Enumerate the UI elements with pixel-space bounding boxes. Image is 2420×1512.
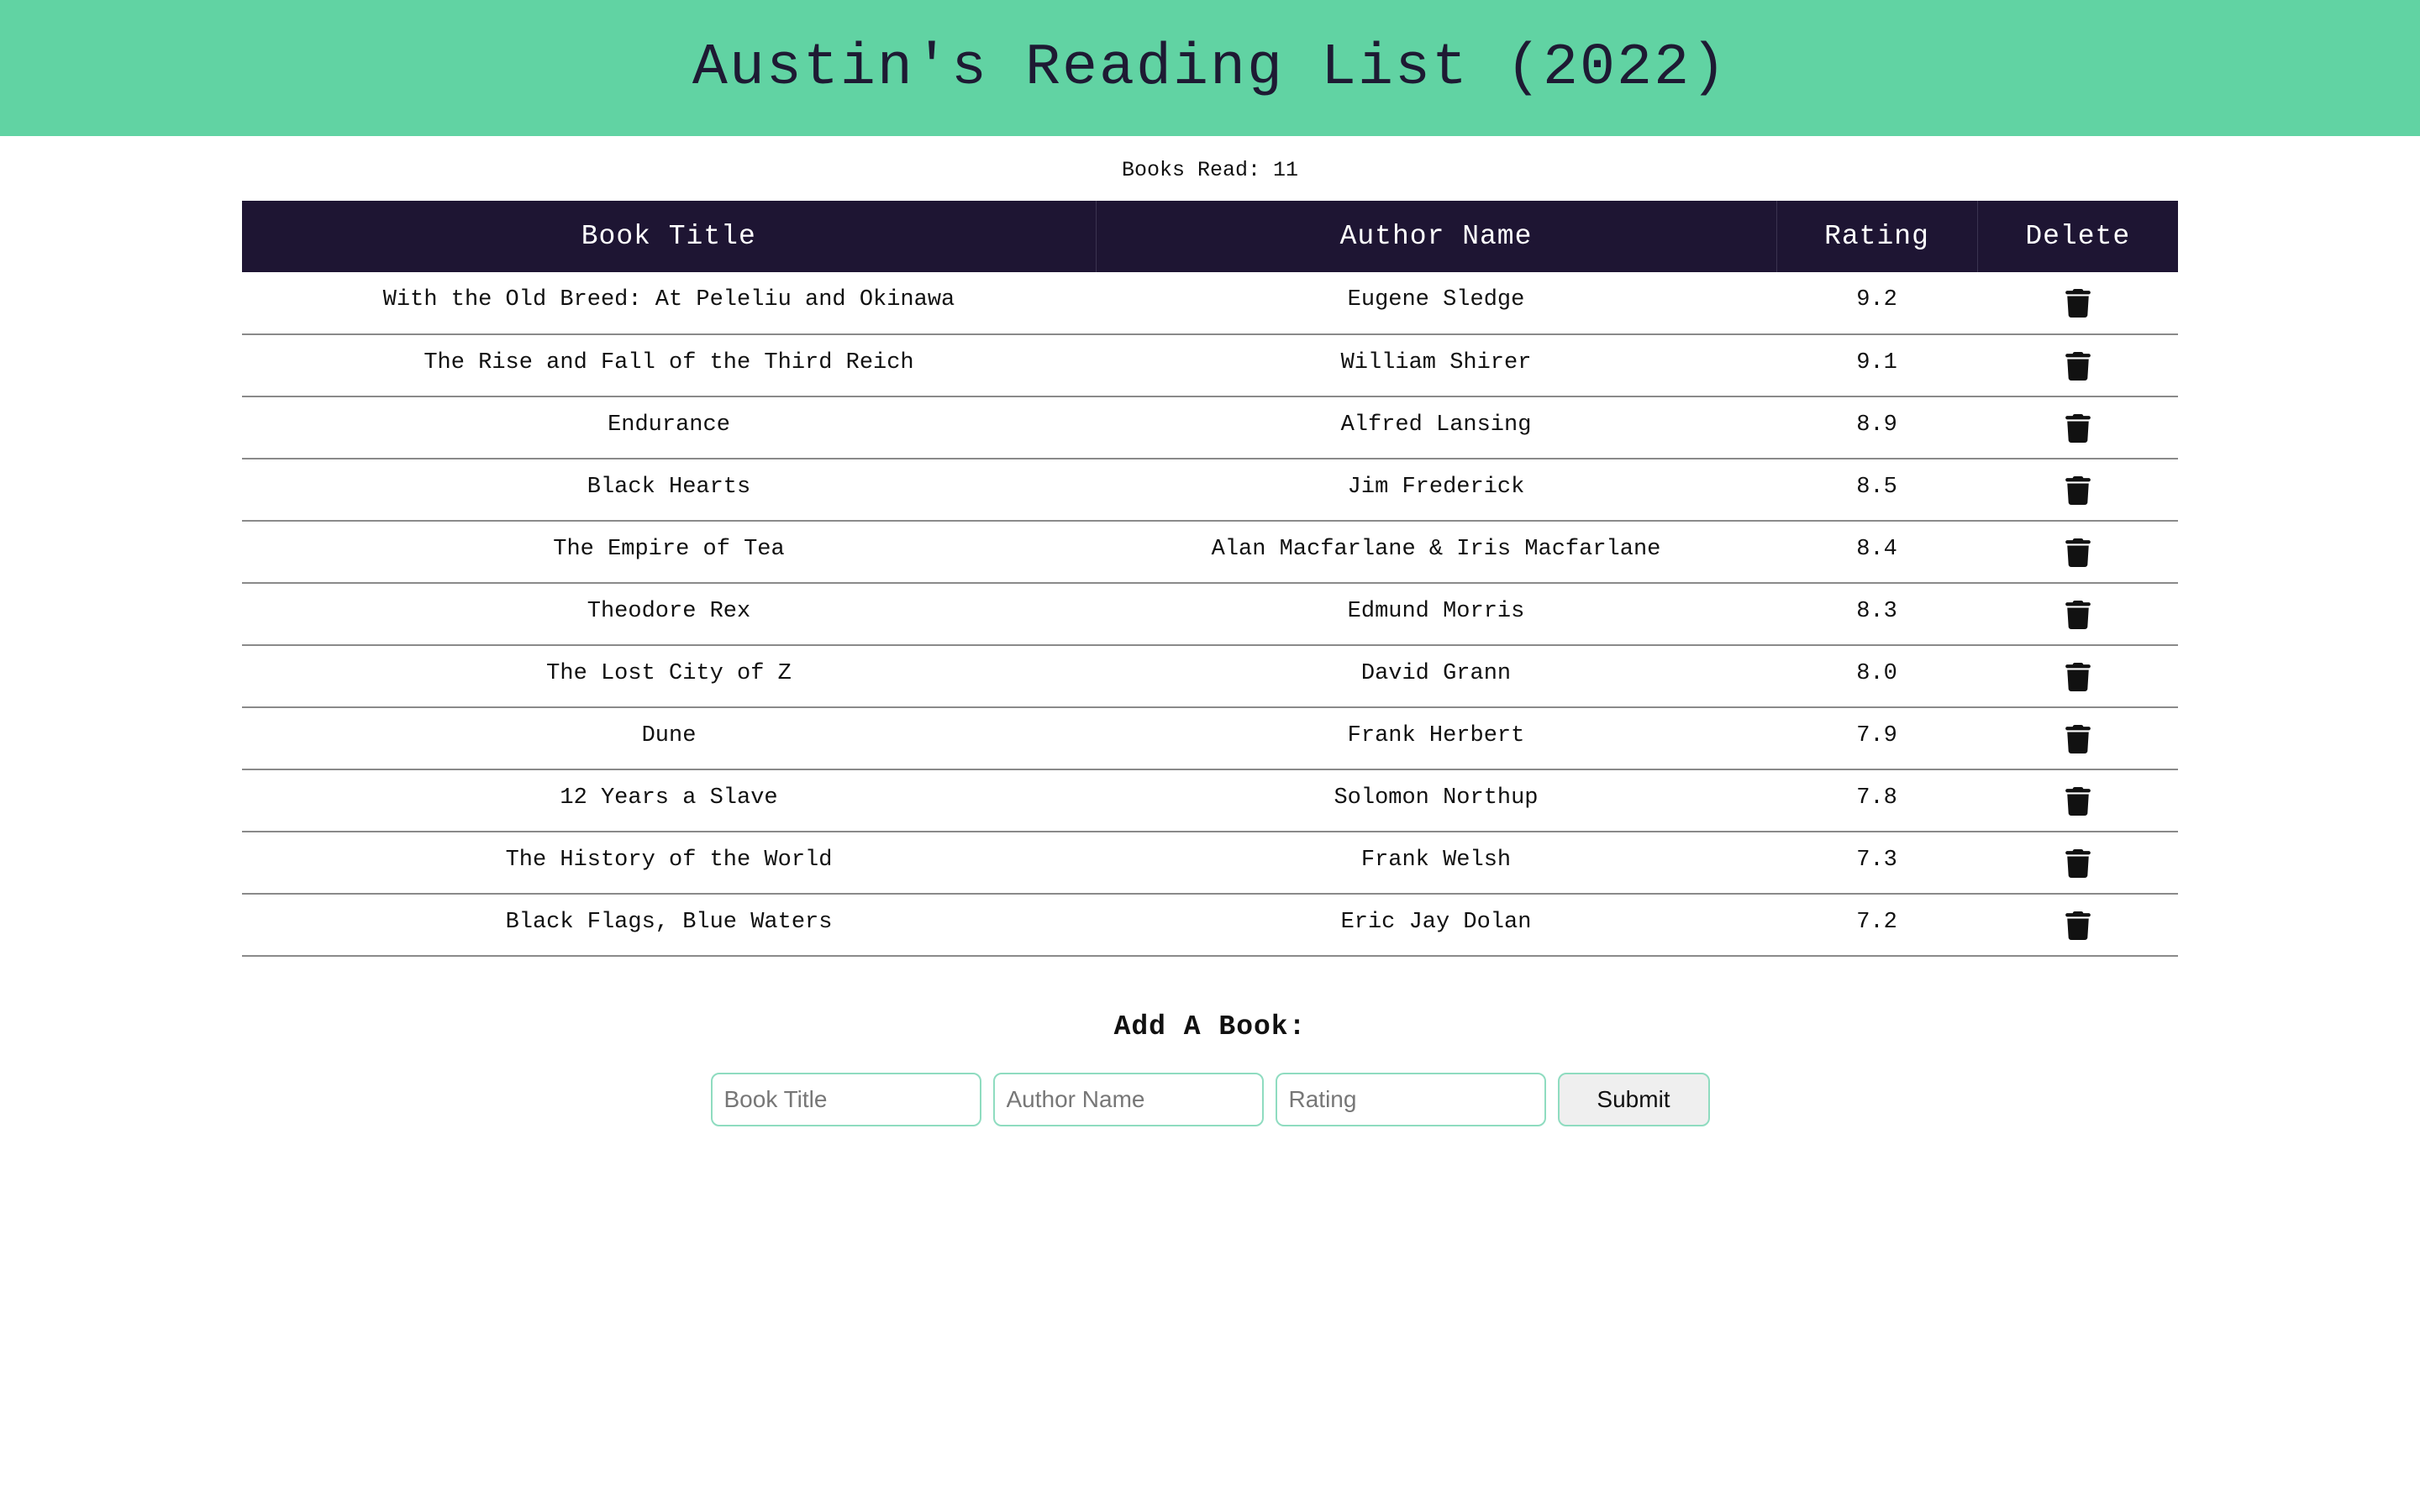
book-title-input[interactable] (710, 1073, 981, 1126)
book-title-cell: With the Old Breed: At Peleliu and Okina… (382, 287, 955, 312)
book-title-cell: Black Flags, Blue Waters (505, 910, 833, 935)
delete-cell (1977, 521, 2178, 583)
book-title-cell: Dune (641, 723, 697, 748)
trash-icon[interactable] (2065, 787, 2091, 816)
page-title: Austin's Reading List (2022) (692, 34, 1728, 102)
table-row: With the Old Breed: At Peleliu and Okina… (242, 272, 2178, 334)
column-header-book-title[interactable]: Book Title (242, 201, 1097, 272)
book-title-cell: The History of the World (505, 848, 833, 873)
table-row: The Empire of Tea Alan Macfarlane & Iris … (242, 521, 2178, 583)
rating-cell: 9.1 (1856, 350, 1897, 375)
delete-cell (1977, 832, 2178, 894)
trash-icon[interactable] (2065, 911, 2091, 940)
books-read-count: Books Read: 11 (1121, 158, 1299, 182)
author-name-cell: Frank Welsh (1360, 848, 1512, 873)
delete-cell (1977, 645, 2178, 707)
trash-icon[interactable] (2065, 289, 2091, 318)
add-book-title: Add A Book: (1113, 1011, 1307, 1042)
author-name-cell: Solomon Northup (1334, 785, 1539, 811)
reading-list-table: Book Title Author Name Rating Delete Wit… (242, 201, 2178, 957)
delete-cell (1977, 707, 2178, 769)
table-row: Theodore Rex Edmund Morris 8.3 (242, 583, 2178, 645)
author-name-cell: David Grann (1360, 661, 1512, 686)
author-name-cell: William Shirer (1340, 350, 1532, 375)
page-header: Austin's Reading List (2022) (0, 0, 2420, 136)
rating-cell: 8.3 (1856, 599, 1897, 624)
author-name-cell: Alfred Lansing (1340, 412, 1532, 438)
book-title-cell: The Lost City of Z (546, 661, 792, 686)
delete-cell (1977, 272, 2178, 334)
delete-cell (1977, 769, 2178, 832)
table-row: The Lost City of Z David Grann 8.0 (242, 645, 2178, 707)
author-name-cell: Edmund Morris (1347, 599, 1525, 624)
table-row: 12 Years a Slave Solomon Northup 7.8 (242, 769, 2178, 832)
reading-list-table-container: Book Title Author Name Rating Delete Wit… (242, 201, 2178, 957)
rating-input[interactable] (1275, 1073, 1546, 1126)
table-body: With the Old Breed: At Peleliu and Okina… (242, 272, 2178, 956)
rating-cell: 7.9 (1856, 723, 1897, 748)
trash-icon[interactable] (2065, 352, 2091, 381)
delete-cell (1977, 396, 2178, 459)
author-name-cell: Frank Herbert (1347, 723, 1525, 748)
trash-icon[interactable] (2065, 538, 2091, 567)
rating-cell: 9.2 (1856, 287, 1897, 312)
table-header-row: Book Title Author Name Rating Delete (242, 201, 2178, 272)
author-name-input[interactable] (992, 1073, 1264, 1126)
delete-cell (1977, 459, 2178, 521)
rating-cell: 8.9 (1856, 412, 1897, 438)
table-row: Black Hearts Jim Frederick 8.5 (242, 459, 2178, 521)
table-row: The Rise and Fall of the Third Reich Will… (242, 334, 2178, 396)
author-name-cell: Eugene Sledge (1347, 287, 1525, 312)
delete-cell (1977, 334, 2178, 396)
rating-cell: 7.8 (1856, 785, 1897, 811)
column-header-delete: Delete (2025, 221, 2131, 252)
author-name-cell: Eric Jay Dolan (1340, 910, 1532, 935)
author-name-cell: Jim Frederick (1347, 475, 1525, 500)
trash-icon[interactable] (2065, 414, 2091, 443)
book-title-cell: The Rise and Fall of the Third Reich (424, 350, 914, 375)
rating-cell: 7.2 (1856, 910, 1897, 935)
book-title-cell: 12 Years a Slave (560, 785, 778, 811)
book-title-cell: Endurance (608, 412, 730, 438)
trash-icon[interactable] (2065, 601, 2091, 629)
add-book-form: Submit (0, 1073, 2420, 1126)
table-row: Black Flags, Blue Waters Eric Jay Dolan 7.… (242, 894, 2178, 956)
column-header-author-name[interactable]: Author Name (1096, 201, 1777, 272)
delete-cell (1977, 583, 2178, 645)
add-book-section: Add A Book: Submit (0, 1011, 2420, 1126)
rating-cell: 7.3 (1856, 848, 1897, 873)
rating-cell: 8.4 (1856, 537, 1897, 562)
column-header-rating[interactable]: Rating (1776, 201, 1978, 272)
rating-cell: 8.0 (1856, 661, 1897, 686)
book-title-cell: The Empire of Tea (553, 537, 785, 562)
submit-button[interactable]: Submit (1557, 1073, 1710, 1126)
delete-cell (1977, 894, 2178, 956)
trash-icon[interactable] (2065, 725, 2091, 753)
book-title-cell: Black Hearts (587, 475, 751, 500)
author-name-cell: Alan Macfarlane & Iris Macfarlane (1211, 537, 1661, 562)
trash-icon[interactable] (2065, 849, 2091, 878)
rating-cell: 8.5 (1856, 475, 1897, 500)
table-row: The History of the World Frank Welsh 7.3 (242, 832, 2178, 894)
book-title-cell: Theodore Rex (587, 599, 751, 624)
trash-icon[interactable] (2065, 476, 2091, 505)
table-row: Dune Frank Herbert 7.9 (242, 707, 2178, 769)
trash-icon[interactable] (2065, 663, 2091, 691)
table-row: Endurance Alfred Lansing 8.9 (242, 396, 2178, 459)
